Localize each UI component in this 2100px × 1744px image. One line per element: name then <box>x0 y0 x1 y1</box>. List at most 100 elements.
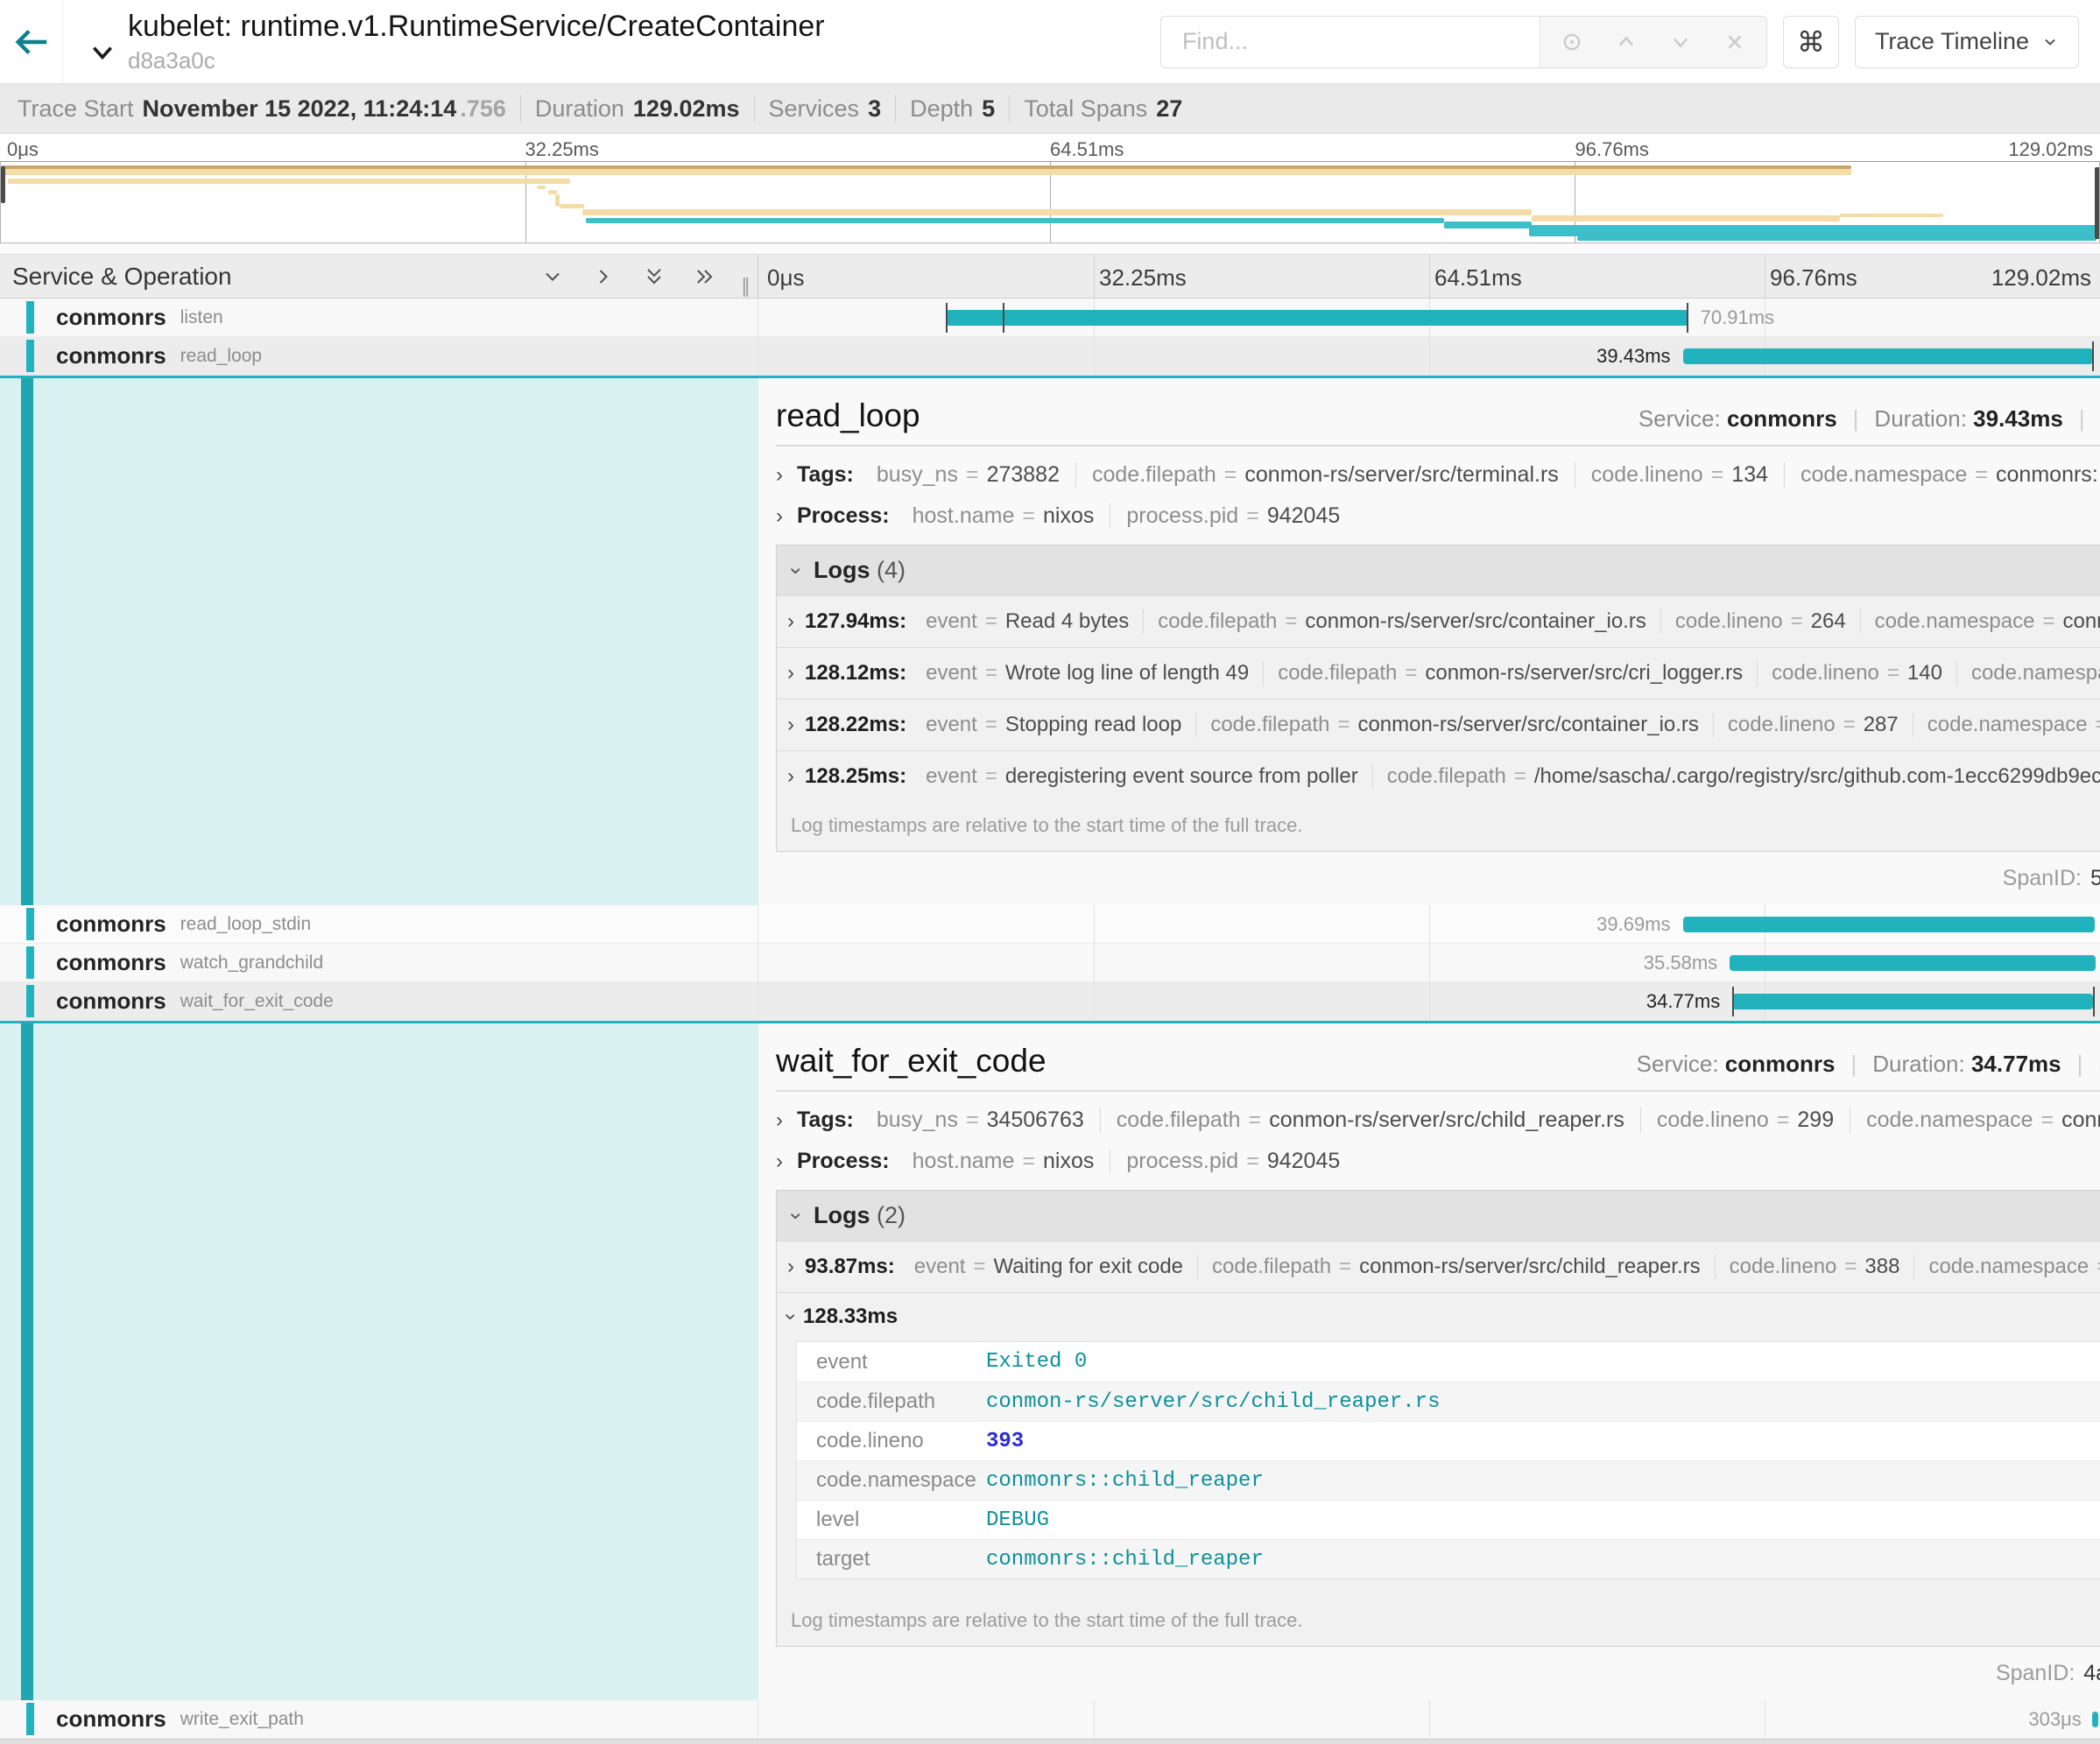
tag-item: busy_ns=273882 <box>861 462 1075 488</box>
log-entry[interactable]: › 128.12ms: event=Wrote log line of leng… <box>777 647 2100 699</box>
tag-item: busy_ns=34506763 <box>861 1108 1100 1133</box>
log-field: code.filepath=conmon-rs/server/src/cri_l… <box>1263 661 1757 686</box>
clear-search-icon[interactable] <box>1723 30 1747 54</box>
tag-item: code.lineno=134 <box>1575 462 1784 488</box>
collapse-controls <box>540 264 717 289</box>
span-timeline-cell: 35.58ms <box>758 944 2100 981</box>
logs-header[interactable]: › Logs (4) <box>777 545 2100 595</box>
table-row: code.lineno 393 <box>797 1421 2100 1460</box>
services-label: Services <box>769 95 860 123</box>
span-row-read-loop[interactable]: conmonrs read_loop 39.43ms <box>0 337 2100 376</box>
log-field: code.namespace=conmon... <box>1913 1255 2100 1279</box>
tags-row[interactable]: › Tags: busy_ns=273882 code.filepath=con… <box>776 462 2100 488</box>
expand-one-icon[interactable] <box>591 264 616 289</box>
span-name-cell: conmonrs write_exit_path <box>0 1700 758 1738</box>
command-icon: ⌘ <box>1797 25 1825 59</box>
process-item: process.pid=942045 <box>1110 503 1356 529</box>
field-key: level <box>797 1508 986 1532</box>
log-entry-expanded-header[interactable]: › 128.33ms <box>787 1304 2100 1329</box>
process-item: host.name=nixos <box>897 1149 1110 1174</box>
keyboard-shortcuts-button[interactable]: ⌘ <box>1783 16 1839 68</box>
detail-title-row: wait_for_exit_code Service: conmonrs | D… <box>776 1043 2100 1079</box>
detail-content: wait_for_exit_code Service: conmonrs | D… <box>758 1023 2100 1700</box>
span-row-write-exit-path[interactable]: conmonrs write_exit_path 303μs <box>0 1700 2100 1739</box>
service-color-stripe <box>26 1703 34 1735</box>
span-bar[interactable] <box>1683 917 2095 932</box>
chevron-right-icon: › <box>787 766 794 787</box>
back-arrow-icon <box>11 22 52 62</box>
service-value: conmonrs <box>1727 405 1837 432</box>
log-field: code.lineno=140 <box>1757 661 1956 686</box>
next-match-icon[interactable] <box>1668 30 1693 54</box>
prev-match-icon[interactable] <box>1614 30 1638 54</box>
back-button[interactable] <box>0 0 63 84</box>
field-key: code.filepath <box>797 1389 986 1414</box>
separator: | <box>1853 405 1859 432</box>
span-id-value: 4a947cfd1ce59537 <box>2083 1661 2100 1686</box>
gridline <box>1094 944 1095 981</box>
chevron-right-icon: › <box>787 663 794 684</box>
expand-all-icon[interactable] <box>693 264 717 289</box>
span-bar[interactable] <box>2092 1712 2099 1727</box>
detail-left-gutter <box>0 378 758 905</box>
log-field: code.lineno=287 <box>1713 713 1913 737</box>
log-field: code.namespace=conmon... <box>1913 713 2100 737</box>
span-timeline-cell: 39.69ms <box>758 905 2100 943</box>
detail-title-row: read_loop Service: conmonrs | Duration: … <box>776 397 2100 434</box>
trace-minimap[interactable] <box>0 161 2100 243</box>
log-entry[interactable]: › 128.22ms: event=Stopping read loop cod… <box>777 699 2100 750</box>
table-row: event Exited 0 <box>797 1342 2100 1382</box>
duration-value: 39.43ms <box>1973 405 2063 432</box>
log-entry[interactable]: › 93.87ms: event=Waiting for exit code c… <box>777 1241 2100 1292</box>
span-bar[interactable] <box>1683 348 2094 364</box>
span-timeline-cell: 70.91ms <box>758 299 2100 336</box>
span-operation: watch_grandchild <box>180 953 323 974</box>
logs-header[interactable]: › Logs (2) <box>777 1191 2100 1241</box>
logs-count: (2) <box>877 1202 906 1228</box>
process-row[interactable]: › Process: host.name=nixos process.pid=9… <box>776 503 2100 529</box>
minimap-axis: 0μs 32.25ms 64.51ms 96.76ms 129.02ms <box>0 134 2100 161</box>
column-resize-handle[interactable]: ∥ <box>741 275 752 298</box>
table-row: code.filepath conmon-rs/server/src/child… <box>797 1382 2100 1421</box>
span-id-row: SpanID: 5faf48165428c37a <box>778 866 2100 891</box>
collapse-one-icon[interactable] <box>540 264 565 289</box>
total-spans-label: Total Spans <box>1024 95 1147 123</box>
tags-label: Tags: <box>797 462 854 488</box>
trace-duration: Duration 129.02ms <box>520 95 754 123</box>
span-detail-read-loop: read_loop Service: conmonrs | Duration: … <box>0 376 2100 905</box>
tags-row[interactable]: › Tags: busy_ns=34506763 code.filepath=c… <box>776 1108 2100 1133</box>
process-label: Process: <box>797 503 890 529</box>
log-field: code.filepath=conmon-rs/server/src/conta… <box>1195 713 1713 737</box>
trace-total-spans: Total Spans 27 <box>1009 95 1196 123</box>
span-bar[interactable] <box>1732 994 2093 1009</box>
match-case-icon[interactable] <box>1560 30 1584 54</box>
log-timestamp: 128.33ms <box>803 1304 898 1329</box>
duration-label: Duration <box>535 95 624 123</box>
log-timestamp: 127.94ms: <box>805 609 906 634</box>
service-color-stripe <box>26 340 34 372</box>
log-field: code.filepath=/home/sascha/.cargo/regist… <box>1372 764 2100 789</box>
minimap-span-graph <box>1 162 2099 243</box>
view-selector-button[interactable]: Trace Timeline <box>1855 16 2079 68</box>
span-duration-label: 303μs <box>2028 1708 2081 1731</box>
detail-meta: Service: conmonrs | Duration: 39.43ms | … <box>1638 405 2100 432</box>
process-row[interactable]: › Process: host.name=nixos process.pid=9… <box>776 1149 2100 1174</box>
find-input[interactable] <box>1161 17 1540 67</box>
tag-item: code.namespace=conmonrs::child_reap... <box>1850 1108 2100 1133</box>
axis-tick: 96.76ms <box>1575 138 1649 161</box>
span-bar[interactable] <box>946 310 1688 326</box>
span-name-cell: conmonrs listen <box>0 299 758 336</box>
process-label: Process: <box>797 1149 890 1174</box>
log-entry[interactable]: › 128.25ms: event=deregistering event so… <box>777 750 2100 802</box>
span-row-watch-grandchild[interactable]: conmonrs watch_grandchild 35.58ms <box>0 944 2100 982</box>
service-color-stripe <box>26 301 34 334</box>
collapse-all-icon[interactable] <box>642 264 666 289</box>
span-row-wait-for-exit-code[interactable]: conmonrs wait_for_exit_code 34.77ms <box>0 982 2100 1021</box>
span-row-read-loop-stdin[interactable]: conmonrs read_loop_stdin 39.69ms <box>0 905 2100 944</box>
trace-collapse-toggle[interactable] <box>89 41 116 68</box>
log-timestamp: 128.25ms: <box>805 764 906 789</box>
span-row-listen[interactable]: conmonrs listen 70.91ms <box>0 299 2100 337</box>
span-operation: read_loop <box>180 346 262 367</box>
log-entry[interactable]: › 127.94ms: event=Read 4 bytes code.file… <box>777 595 2100 647</box>
span-bar[interactable] <box>1730 955 2096 971</box>
